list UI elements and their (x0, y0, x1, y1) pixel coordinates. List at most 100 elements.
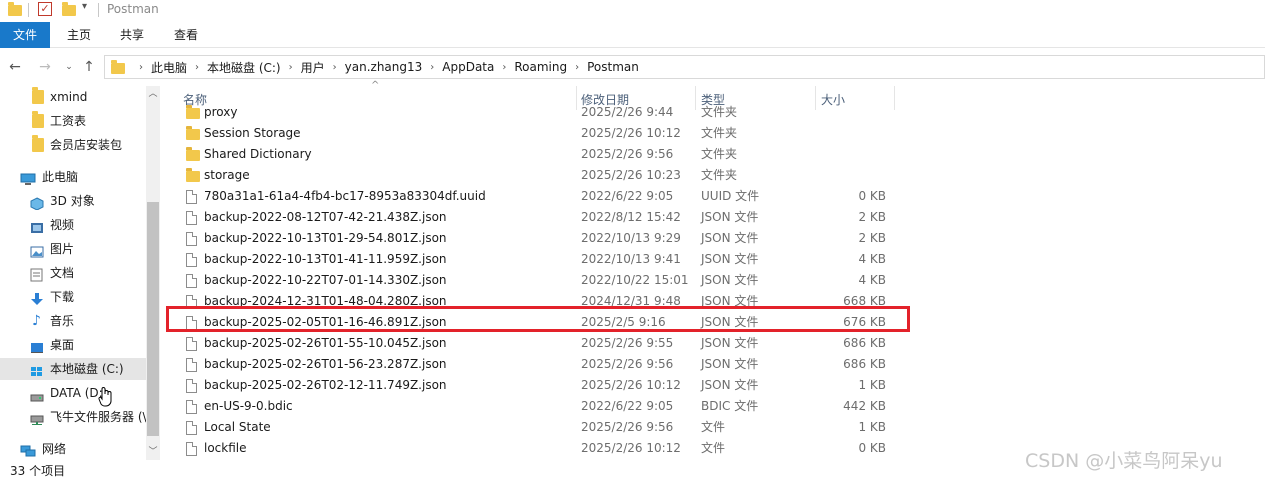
chevron-right-icon[interactable]: › (430, 62, 434, 73)
file-row[interactable]: backup-2025-02-26T02-12-11.749Z.json 2025… (176, 375, 896, 396)
sidebar-item-downloads[interactable]: 下载 (0, 286, 146, 308)
folder-row[interactable]: proxy 2025/2/26 9:44 文件夹 (176, 103, 896, 123)
file-row[interactable]: backup-2024-12-31T01-48-04.280Z.json 2024… (176, 291, 896, 312)
video-icon (30, 219, 44, 233)
sidebar-item-music[interactable]: ♪ 音乐 (0, 310, 146, 332)
file-row[interactable]: lockfile 2025/2/26 10:12 文件 0 KB (176, 438, 896, 459)
scrollbar-thumb[interactable] (147, 202, 159, 436)
divider (98, 3, 99, 17)
file-icon (186, 379, 197, 393)
file-row[interactable]: backup-2022-08-12T07-42-21.438Z.json 2022… (176, 207, 896, 228)
pictures-icon (30, 243, 44, 258)
desktop-icon (30, 339, 44, 353)
file-type: JSON 文件 (701, 378, 759, 392)
sidebar-item-label: 网络 (42, 442, 67, 456)
up-arrow-icon[interactable]: ↑ (80, 57, 98, 77)
sidebar-item-feiniu-server[interactable]: 飞牛文件服务器 (\ (0, 406, 146, 428)
breadcrumb: › 此电脑 › 本地磁盘 (C:) › 用户 › yan.zhang13 › A… (131, 56, 639, 78)
file-name: 780a31a1-61a4-4fb4-bc17-8953a83304df.uui… (204, 189, 486, 203)
folder-icon (186, 168, 200, 182)
file-row[interactable]: backup-2025-02-26T01-56-23.287Z.json 2025… (176, 354, 896, 375)
breadcrumb-item[interactable]: Postman (587, 60, 639, 74)
breadcrumb-item[interactable]: yan.zhang13 (345, 60, 423, 74)
file-row[interactable]: Local State 2025/2/26 9:56 文件 1 KB (176, 417, 896, 438)
breadcrumb-item[interactable]: 本地磁盘 (C:) (207, 59, 281, 76)
file-row[interactable]: backup-2025-02-26T01-55-10.045Z.json 2025… (176, 333, 896, 354)
recent-locations-icon[interactable]: ⌄ (60, 57, 78, 77)
divider (28, 3, 29, 17)
file-type: UUID 文件 (701, 189, 760, 203)
mouse-pointer-icon (98, 386, 114, 411)
status-item-count: 33 个项目 (10, 464, 66, 478)
scroll-up-icon[interactable]: ︿ (146, 86, 160, 102)
chevron-right-icon: › (139, 61, 143, 73)
folder-icon (32, 135, 46, 152)
file-name: backup-2024-12-31T01-48-04.280Z.json (204, 294, 447, 308)
forward-arrow-icon[interactable]: → (36, 57, 54, 77)
new-folder-icon[interactable] (62, 2, 76, 16)
file-row[interactable]: backup-2025-02-05T01-16-46.891Z.json 2025… (176, 312, 896, 333)
breadcrumb-item[interactable]: 用户 (301, 59, 325, 76)
file-date: 2025/2/26 9:56 (581, 147, 674, 161)
tab-share[interactable]: 共享 (116, 22, 148, 48)
sidebar-item-local-disk-c[interactable]: 本地磁盘 (C:) (0, 358, 146, 380)
breadcrumb-item[interactable]: 此电脑 (151, 59, 187, 76)
file-row[interactable]: backup-2022-10-13T01-29-54.801Z.json 2022… (176, 228, 896, 249)
sidebar-item-this-pc[interactable]: 此电脑 (0, 166, 146, 188)
breadcrumb-item[interactable]: Roaming (514, 60, 567, 74)
file-row[interactable]: backup-2022-10-13T01-41-11.959Z.json 2022… (176, 249, 896, 270)
scroll-down-icon[interactable]: ﹀ (146, 444, 160, 460)
file-name: backup-2025-02-26T02-12-11.749Z.json (204, 378, 447, 392)
tab-view[interactable]: 查看 (170, 22, 202, 48)
sidebar-item-pictures[interactable]: 图片 (0, 238, 146, 260)
sidebar-item-member-store[interactable]: 会员店安装包 (0, 134, 146, 156)
chevron-right-icon[interactable]: › (575, 62, 579, 73)
sidebar-item-label: 音乐 (50, 314, 75, 328)
tab-home[interactable]: 主页 (62, 22, 96, 48)
file-name: backup-2022-08-12T07-42-21.438Z.json (204, 210, 447, 224)
sidebar-item-network[interactable]: 网络 (0, 438, 146, 460)
sidebar-item-label: 工资表 (50, 114, 87, 128)
sidebar-item-desktop[interactable]: 桌面 (0, 334, 146, 356)
ribbon: 文件 主页 共享 查看 (0, 22, 1265, 48)
sidebar-item-documents[interactable]: 文档 (0, 262, 146, 284)
breadcrumb-item[interactable]: AppData (442, 60, 494, 74)
back-arrow-icon[interactable]: ← (6, 57, 24, 77)
tab-file[interactable]: 文件 (0, 22, 50, 48)
file-row[interactable]: backup-2022-10-22T07-01-14.330Z.json 2022… (176, 270, 896, 291)
network-drive-icon (30, 411, 44, 425)
sidebar-item-data-d[interactable]: DATA (D:) (0, 382, 146, 404)
sidebar-scrollbar[interactable]: ︿ ﹀ (146, 86, 160, 460)
sidebar-item-3d-objects[interactable]: 3D 对象 (0, 190, 146, 212)
file-icon (186, 253, 197, 267)
file-date: 2025/2/26 9:44 (581, 105, 674, 119)
file-row[interactable]: 780a31a1-61a4-4fb4-bc17-8953a83304df.uui… (176, 186, 896, 207)
file-row[interactable]: en-US-9-0.bdic 2022/6/22 9:05 BDIC 文件 442 K… (176, 396, 896, 417)
address-bar[interactable]: › 此电脑 › 本地磁盘 (C:) › 用户 › yan.zhang13 › A… (104, 55, 1265, 79)
file-date: 2025/2/5 9:16 (581, 315, 666, 329)
chevron-right-icon[interactable]: › (502, 62, 506, 73)
folder-row[interactable]: Shared Dictionary 2025/2/26 9:56 文件夹 (176, 144, 896, 165)
properties-icon[interactable]: ✓ (38, 2, 52, 16)
file-name: en-US-9-0.bdic (204, 399, 293, 413)
file-type: JSON 文件 (701, 231, 759, 245)
file-date: 2022/8/12 15:42 (581, 210, 681, 224)
sidebar-item-videos[interactable]: 视频 (0, 214, 146, 236)
file-type: JSON 文件 (701, 294, 759, 308)
file-date: 2025/2/26 10:23 (581, 168, 681, 182)
file-size: 4 KB (858, 273, 886, 287)
file-date: 2024/12/31 9:48 (581, 294, 681, 308)
chevron-right-icon[interactable]: › (333, 62, 337, 73)
file-list: proxy 2025/2/26 9:44 文件夹 Session Storage 202… (176, 103, 1265, 461)
folder-row[interactable]: storage 2025/2/26 10:23 文件夹 (176, 165, 896, 186)
file-type: JSON 文件 (701, 273, 759, 287)
navigation-pane: xmind 工资表 会员店安装包 此电脑 3D 对象 视频 图片 文档 下载 ♪… (0, 86, 146, 460)
customize-toolbar-icon[interactable]: ▾ (82, 1, 87, 12)
sidebar-item-salary[interactable]: 工资表 (0, 110, 146, 132)
sidebar-item-xmind[interactable]: xmind (0, 86, 146, 108)
file-type: 文件夹 (701, 126, 738, 140)
chevron-right-icon[interactable]: › (195, 62, 199, 73)
chevron-right-icon[interactable]: › (289, 62, 293, 73)
folder-row[interactable]: Session Storage 2025/2/26 10:12 文件夹 (176, 123, 896, 144)
file-type: JSON 文件 (701, 315, 759, 329)
